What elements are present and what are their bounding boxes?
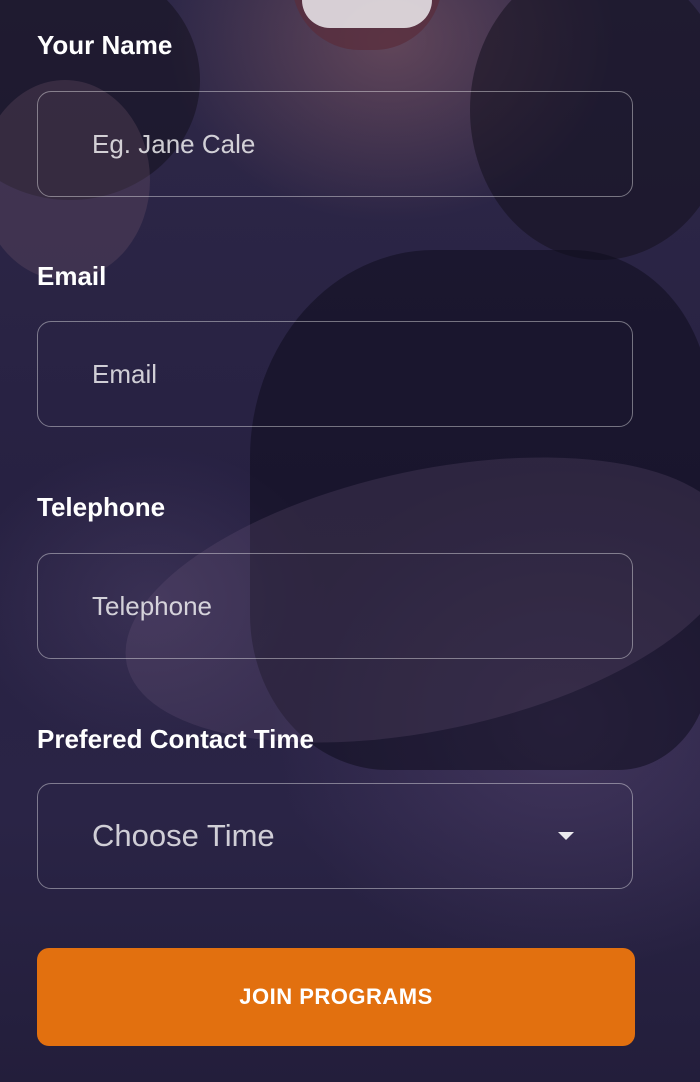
name-input[interactable]: Eg. Jane Cale [37, 91, 633, 197]
teeth-shape [302, 0, 432, 28]
contact-time-label: Prefered Contact Time [37, 724, 314, 754]
name-placeholder: Eg. Jane Cale [92, 128, 256, 159]
chevron-down-icon [558, 832, 574, 840]
email-placeholder: Email [92, 358, 158, 389]
contact-time-selected-value: Choose Time [92, 818, 275, 853]
email-input[interactable]: Email [37, 321, 633, 427]
join-programs-button[interactable]: JOIN PROGRAMS [37, 948, 635, 1046]
telephone-placeholder: Telephone [92, 590, 212, 621]
contact-time-select[interactable]: Choose Time [37, 783, 633, 889]
name-label: Your Name [37, 30, 173, 60]
telephone-input[interactable]: Telephone [37, 553, 633, 659]
telephone-label: Telephone [37, 492, 166, 522]
email-label: Email [37, 261, 107, 291]
